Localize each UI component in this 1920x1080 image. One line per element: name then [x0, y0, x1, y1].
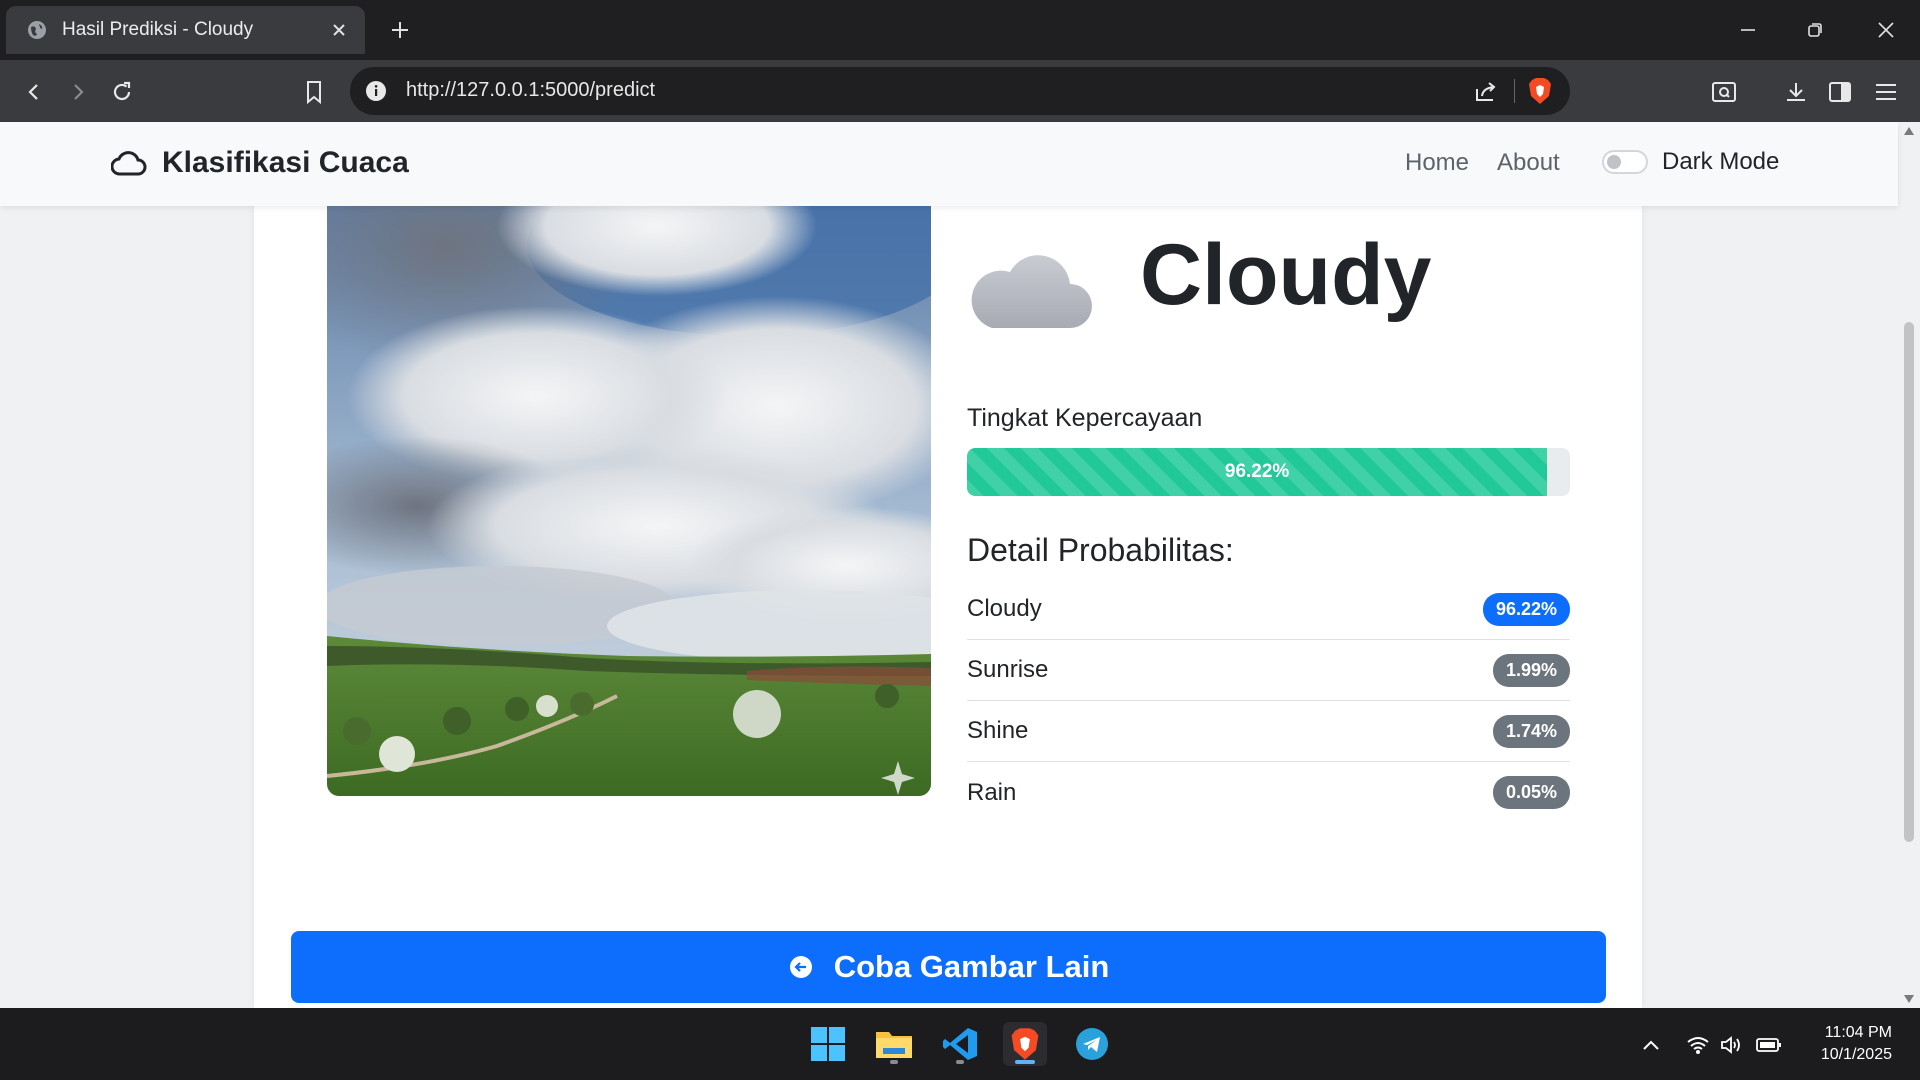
- probability-badge: 1.74%: [1492, 714, 1570, 748]
- url-text: http://127.0.0.1:5000/predict: [406, 79, 656, 101]
- confidence-label: Tingkat Kepercayaan: [967, 404, 1203, 432]
- reload-icon[interactable]: [104, 74, 140, 110]
- prediction-label: Cloudy: [1140, 227, 1432, 323]
- dark-mode-toggle[interactable]: Dark Mode: [1602, 148, 1779, 176]
- bookmark-icon[interactable]: [296, 74, 332, 110]
- system-clock[interactable]: 11:04 PM 10/1/2025: [1821, 1022, 1892, 1066]
- scrollbar-thumb[interactable]: [1904, 322, 1914, 842]
- restore-icon[interactable]: [1795, 14, 1835, 46]
- dark-mode-label: Dark Mode: [1662, 148, 1780, 175]
- browser-toolbar: http://127.0.0.1:5000/predict: [0, 60, 1920, 122]
- detail-title: Detail Probabilitas:: [967, 532, 1234, 568]
- nav-link-home[interactable]: Home: [1405, 149, 1469, 177]
- brave-shields-icon[interactable]: [1526, 76, 1554, 106]
- arrow-left-circle-icon: [788, 954, 814, 980]
- brand-text: Klasifikasi Cuaca: [162, 146, 409, 179]
- new-tab-icon[interactable]: [386, 16, 414, 44]
- telegram-icon[interactable]: [1070, 1022, 1114, 1066]
- windows-start-icon[interactable]: [806, 1022, 850, 1066]
- minimize-icon[interactable]: [1728, 14, 1768, 46]
- probability-name: Shine: [967, 717, 1029, 744]
- browser-tab[interactable]: Hasil Prediksi - Cloudy: [6, 6, 365, 54]
- probability-name: Sunrise: [967, 656, 1049, 683]
- probability-name: Rain: [967, 778, 1017, 806]
- address-bar[interactable]: http://127.0.0.1:5000/predict: [350, 67, 1570, 115]
- battery-icon[interactable]: [1756, 1032, 1782, 1058]
- back-icon[interactable]: [16, 74, 52, 110]
- download-icon[interactable]: [1778, 74, 1814, 110]
- forward-icon[interactable]: [60, 74, 96, 110]
- brave-browser-icon[interactable]: [1003, 1022, 1047, 1066]
- menu-icon[interactable]: [1868, 74, 1904, 110]
- globe-icon: [26, 19, 48, 41]
- close-window-icon[interactable]: [1866, 14, 1906, 46]
- chevron-up-icon[interactable]: [1638, 1032, 1664, 1058]
- confidence-progress-bar: 96.22%: [967, 448, 1548, 496]
- os-taskbar: 11:04 PM 10/1/2025: [0, 1008, 1920, 1080]
- probability-list: Cloudy 96.22% Sunrise 1.99% Shine 1.74% …: [967, 579, 1570, 823]
- list-item: Cloudy 96.22%: [967, 579, 1570, 640]
- uploaded-image: [327, 206, 931, 796]
- cloud-icon: [970, 232, 1100, 332]
- probability-badge: 96.22%: [1482, 592, 1570, 626]
- scroll-up-icon: [1904, 127, 1914, 135]
- clock-date: 10/1/2025: [1820, 1046, 1892, 1063]
- nav-link-about[interactable]: About: [1497, 149, 1560, 177]
- page-viewport: Klasifikasi Cuaca Home About Dark Mode C…: [0, 122, 1920, 1008]
- tab-title: Hasil Prediksi - Cloudy: [62, 19, 254, 40]
- confidence-progress: 96.22%: [967, 448, 1570, 496]
- reader-mode-icon[interactable]: [1706, 74, 1742, 110]
- confidence-value: 96.22%: [1224, 461, 1290, 482]
- close-tab-icon[interactable]: [327, 18, 351, 42]
- sidebar-icon[interactable]: [1822, 74, 1858, 110]
- cloud-outline-icon: [110, 144, 148, 182]
- file-explorer-icon[interactable]: [872, 1022, 916, 1066]
- vscode-icon[interactable]: [938, 1022, 982, 1066]
- list-item: Rain 0.05%: [967, 762, 1570, 823]
- dark-mode-switch[interactable]: [1602, 150, 1648, 174]
- browser-tab-strip: Hasil Prediksi - Cloudy: [0, 0, 1920, 60]
- clock-time: 11:04 PM: [1824, 1024, 1892, 1041]
- list-item: Sunrise 1.99%: [967, 640, 1570, 701]
- volume-icon[interactable]: [1719, 1032, 1745, 1058]
- page-scrollbar[interactable]: [1898, 122, 1920, 1008]
- list-item: Shine 1.74%: [967, 701, 1570, 762]
- address-bar-separator: [1514, 79, 1515, 103]
- scroll-down-icon: [1904, 995, 1914, 1003]
- probability-name: Cloudy: [967, 595, 1042, 622]
- probability-badge: 1.99%: [1492, 653, 1570, 687]
- brand-link[interactable]: Klasifikasi Cuaca: [110, 144, 409, 182]
- site-info-icon[interactable]: [364, 79, 388, 103]
- try-another-image-button[interactable]: Coba Gambar Lain: [291, 931, 1606, 1003]
- try-another-image-label: Coba Gambar Lain: [833, 949, 1110, 984]
- share-icon[interactable]: [1472, 77, 1500, 105]
- probability-badge: 0.05%: [1492, 776, 1570, 809]
- wifi-icon[interactable]: [1685, 1032, 1711, 1058]
- site-navbar: Klasifikasi Cuaca Home About Dark Mode: [0, 122, 1898, 206]
